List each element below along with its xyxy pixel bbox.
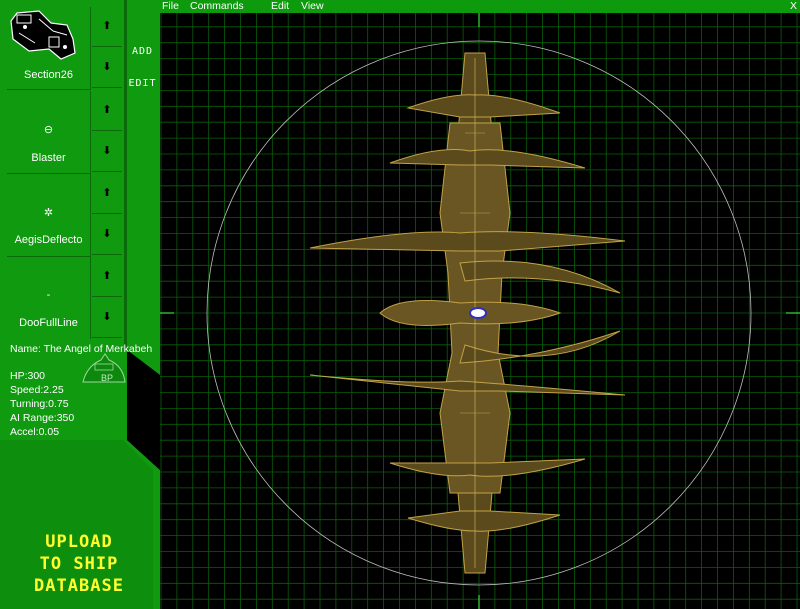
line-icon: - — [46, 289, 51, 301]
menu-edit[interactable]: Edit — [271, 0, 289, 13]
component-tile-blaster[interactable]: ⊖ Blaster — [7, 91, 91, 174]
ship-ai-range: AI Range:350 — [10, 412, 75, 424]
menu-file[interactable]: File — [162, 0, 179, 13]
ship-editor-canvas[interactable] — [160, 13, 800, 609]
move-up-button[interactable]: ⬆ — [92, 7, 122, 47]
menu-commands[interactable]: Commands — [190, 0, 244, 13]
ship-info-panel: Name: The Angel of Merkabeh BP HP:300 Sp… — [7, 339, 152, 440]
upload-line-3: DATABASE — [34, 576, 124, 596]
component-label: Section26 — [24, 69, 73, 81]
component-label: AegisDeflecto — [14, 234, 83, 246]
component-label: Blaster — [31, 152, 66, 164]
component-tile-doofullline[interactable]: - DooFullLine — [7, 257, 91, 340]
upload-to-ship-database-button[interactable]: UPLOAD TO SHIP DATABASE — [5, 531, 153, 597]
move-down-button[interactable]: ⬇ — [92, 298, 122, 338]
move-up-button[interactable]: ⬆ — [92, 257, 122, 297]
component-label: DooFullLine — [19, 317, 78, 329]
add-button[interactable]: ADD — [127, 39, 158, 65]
bp-badge-text: BP — [101, 373, 114, 383]
component-sidebar: Section26 ⊖ Blaster ✲ AegisDeflecto - Do… — [0, 0, 160, 609]
move-down-button[interactable]: ⬇ — [92, 132, 122, 172]
ship-turning: Turning:0.75 — [10, 398, 69, 410]
move-down-button[interactable]: ⬇ — [92, 48, 122, 88]
cockpit-icon — [469, 307, 487, 319]
close-button[interactable]: X — [790, 0, 797, 13]
menu-view[interactable]: View — [301, 0, 324, 13]
menu-bar: File Commands Edit View X — [160, 0, 800, 13]
upload-line-1: UPLOAD — [45, 532, 113, 552]
blaster-icon: ⊖ — [43, 124, 54, 136]
ship-speed: Speed:2.25 — [10, 384, 64, 396]
aegis-deflector-icon: ✲ — [43, 207, 54, 219]
component-tile-aegis-deflector[interactable]: ✲ AegisDeflecto — [7, 174, 91, 257]
edit-button[interactable]: EDIT — [127, 71, 158, 97]
component-tile-section26[interactable]: Section26 — [7, 7, 91, 90]
upload-line-2: TO SHIP — [39, 554, 119, 574]
move-down-button[interactable]: ⬇ — [92, 215, 122, 255]
section-part-icon — [10, 10, 76, 60]
ship-accel: Accel:0.05 — [10, 426, 60, 438]
move-up-button[interactable]: ⬆ — [92, 174, 122, 214]
ship-hp: HP:300 — [10, 370, 46, 382]
move-up-button[interactable]: ⬆ — [92, 91, 122, 131]
